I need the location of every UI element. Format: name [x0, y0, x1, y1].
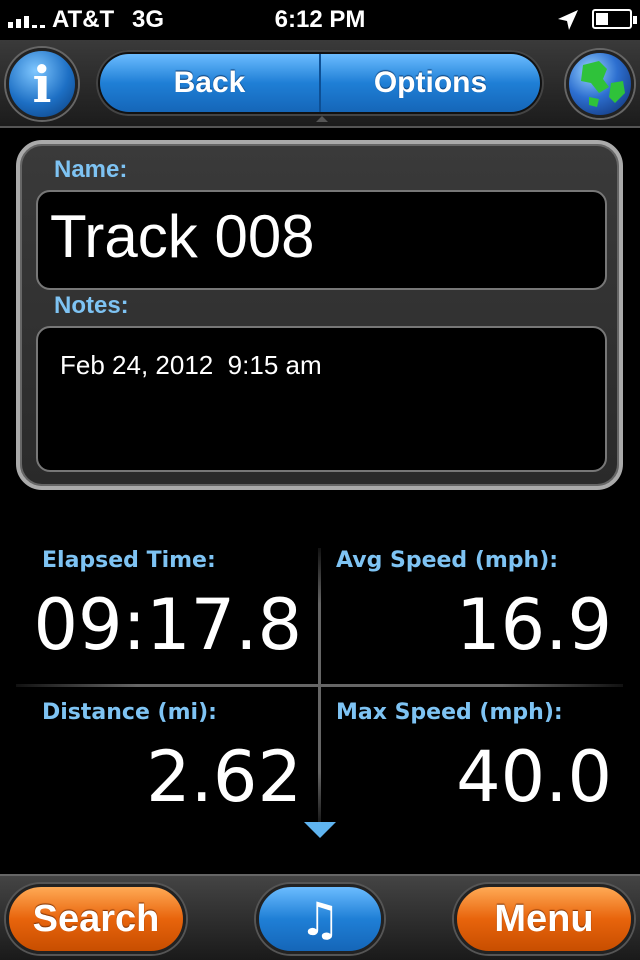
location-arrow-icon: [558, 10, 578, 30]
avg-speed-stat: Avg Speed (mph): 16.9: [320, 538, 626, 678]
elapsed-time-stat: Elapsed Time: 09:17.8: [16, 538, 316, 678]
distance-stat: Distance (mi): 2.62: [16, 690, 316, 830]
battery-icon: [592, 9, 637, 29]
avg-speed-value: 16.9: [456, 584, 612, 666]
elapsed-time-label: Elapsed Time:: [42, 548, 216, 573]
top-nav-bar: i Back Options: [0, 40, 640, 128]
track-notes-value: Feb 24, 2012 9:15 am: [60, 350, 322, 380]
music-note-icon: ♫: [299, 892, 341, 946]
scroll-down-arrow-icon[interactable]: [304, 822, 336, 838]
avg-speed-label: Avg Speed (mph):: [336, 548, 559, 573]
menu-button[interactable]: Menu: [454, 884, 634, 954]
info-icon: i: [32, 54, 52, 114]
distance-value: 2.62: [146, 736, 302, 818]
back-button[interactable]: Back: [100, 54, 321, 112]
max-speed-label: Max Speed (mph):: [336, 700, 563, 725]
nav-notch: [316, 116, 328, 122]
info-button[interactable]: i: [6, 48, 78, 120]
notes-label: Notes:: [54, 292, 129, 319]
elapsed-time-value: 09:17.8: [33, 584, 302, 666]
globe-button[interactable]: [566, 50, 634, 118]
status-time: 6:12 PM: [274, 6, 366, 33]
track-name-field[interactable]: Track 008: [36, 190, 607, 290]
nav-segmented-control: Back Options: [96, 50, 544, 116]
track-details-card: Name: Track 008 Notes: Feb 24, 2012 9:15…: [16, 140, 623, 490]
max-speed-stat: Max Speed (mph): 40.0: [320, 690, 626, 830]
track-name-value: Track 008: [50, 203, 315, 270]
bottom-toolbar: Search ♫ Menu: [0, 874, 640, 960]
distance-label: Distance (mi):: [42, 700, 217, 725]
max-speed-value: 40.0: [456, 736, 612, 818]
name-label: Name:: [54, 156, 128, 183]
music-button[interactable]: ♫: [256, 884, 384, 954]
track-notes-field[interactable]: Feb 24, 2012 9:15 am: [36, 326, 607, 472]
status-bar: AT&T 3G 6:12 PM: [0, 0, 640, 40]
search-button[interactable]: Search: [6, 884, 186, 954]
options-button[interactable]: Options: [321, 54, 540, 112]
track-stats-grid: Elapsed Time: 09:17.8 Avg Speed (mph): 1…: [0, 538, 640, 838]
globe-icon: [581, 61, 625, 107]
